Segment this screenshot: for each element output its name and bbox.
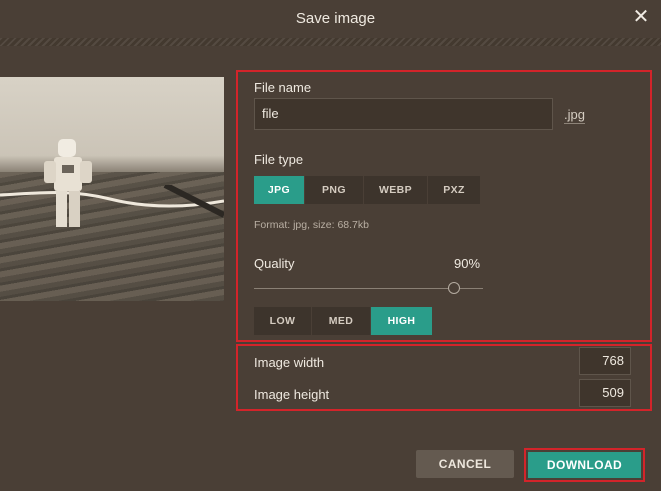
image-width-input[interactable]: 768 — [579, 347, 631, 375]
download-button[interactable]: DOWNLOAD — [528, 452, 641, 478]
format-info: Format: jpg, size: 68.7kb — [254, 219, 369, 231]
header-divider — [0, 38, 661, 46]
file-extension: .jpg — [564, 107, 585, 124]
file-type-selector: JPG PNG WEBP PXZ — [254, 176, 481, 204]
quality-low-button[interactable]: LOW — [254, 307, 311, 335]
cable-graphic — [0, 185, 224, 218]
cancel-button[interactable]: CANCEL — [416, 450, 514, 478]
file-name-label: File name — [254, 80, 312, 95]
image-height-label: Image height — [254, 387, 330, 402]
image-height-input[interactable]: 509 — [579, 379, 631, 407]
image-width-label: Image width — [254, 355, 325, 370]
dialog-title: Save image — [295, 10, 376, 27]
quality-high-button[interactable]: HIGH — [371, 307, 432, 335]
toy-figure-graphic — [44, 139, 92, 227]
quality-label: Quality — [254, 256, 295, 271]
quality-level-selector: LOW MED HIGH — [254, 307, 433, 335]
file-type-label: File type — [254, 152, 304, 167]
quality-slider-thumb[interactable] — [448, 282, 460, 294]
quality-med-button[interactable]: MED — [312, 307, 370, 335]
close-icon[interactable]: ✕ — [632, 7, 650, 27]
file-name-input[interactable]: file — [254, 98, 553, 130]
file-type-jpg-button[interactable]: JPG — [254, 176, 304, 204]
dialog-header: Save image ✕ — [0, 0, 661, 40]
file-type-webp-button[interactable]: WEBP — [364, 176, 427, 204]
quality-value: 90% — [454, 256, 481, 271]
file-type-pxz-button[interactable]: PXZ — [428, 176, 480, 204]
image-preview — [0, 77, 224, 301]
file-type-png-button[interactable]: PNG — [305, 176, 363, 204]
save-image-dialog: Save image ✕ File name file .jpg File ty… — [0, 0, 661, 491]
